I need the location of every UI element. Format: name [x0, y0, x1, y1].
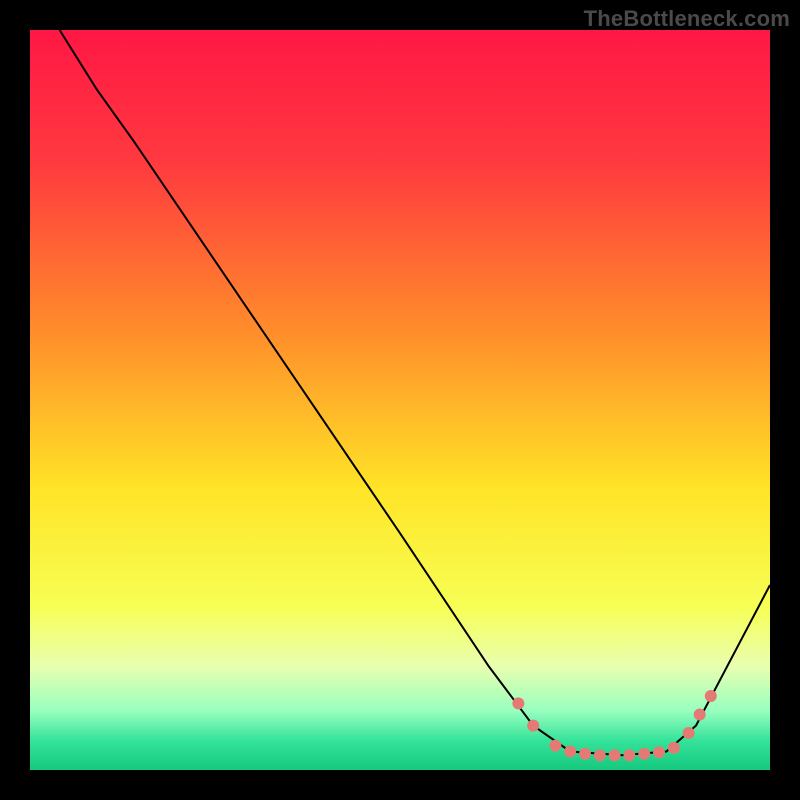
marker-dot — [694, 709, 706, 721]
marker-dot — [549, 740, 561, 752]
marker-dot — [527, 720, 539, 732]
chart-frame: TheBottleneck.com — [0, 0, 800, 800]
marker-dot — [653, 746, 665, 758]
marker-dot — [609, 749, 621, 761]
marker-dot — [594, 749, 606, 761]
marker-dot — [512, 697, 524, 709]
watermark-text: TheBottleneck.com — [584, 6, 790, 32]
marker-dot — [638, 748, 650, 760]
gradient-background — [30, 30, 770, 770]
marker-dot — [668, 742, 680, 754]
marker-dot — [579, 748, 591, 760]
marker-dot — [683, 727, 695, 739]
marker-dot — [705, 690, 717, 702]
marker-dot — [564, 746, 576, 758]
marker-dot — [623, 749, 635, 761]
bottleneck-chart — [30, 30, 770, 770]
